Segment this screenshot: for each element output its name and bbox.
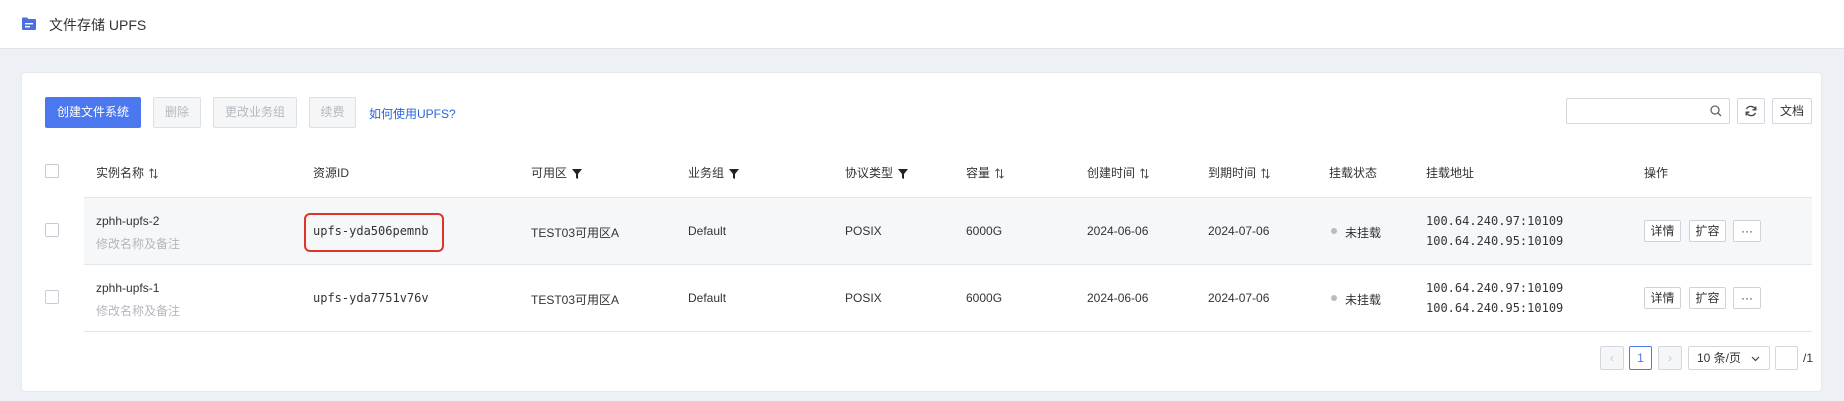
expand-button[interactable]: 扩容 [1689, 220, 1726, 242]
sort-icon [995, 168, 1005, 179]
file-storage-icon [22, 17, 36, 30]
column-header-protocol-label: 协议类型 [845, 166, 894, 180]
created-date: 2024-06-06 [1087, 291, 1149, 305]
search-input[interactable] [1566, 98, 1730, 124]
column-header-zone-label: 可用区 [531, 166, 568, 180]
help-link[interactable]: 如何使用UPFS? [369, 105, 456, 122]
status-dot [1331, 228, 1337, 234]
filter-icon [572, 169, 583, 179]
zone: TEST03可用区A [531, 293, 620, 307]
column-header-created[interactable]: 创建时间 [1087, 164, 1150, 181]
protocol: POSIX [845, 291, 882, 305]
page-1-button[interactable]: 1 [1629, 346, 1652, 370]
delete-button[interactable]: 删除 [153, 97, 201, 128]
mount-address-1: 100.64.240.97:10109 [1426, 281, 1564, 295]
column-header-actions: 操作 [1644, 166, 1669, 180]
next-page-button[interactable]: › [1658, 346, 1682, 370]
column-header-expires[interactable]: 到期时间 [1208, 164, 1271, 181]
create-file-system-button[interactable]: 创建文件系统 [45, 97, 141, 128]
resource-id: upfs-yda7751v76v [313, 291, 429, 305]
docs-button[interactable]: 文档 [1772, 98, 1812, 124]
row-divider [84, 264, 1812, 265]
sort-icon [149, 168, 159, 179]
zone: TEST03可用区A [531, 226, 620, 240]
top-bar: 文件存储 UPFS [0, 0, 1844, 49]
page-size-select[interactable]: 10 条/页 [1688, 346, 1770, 370]
page-title: 文件存储 UPFS [49, 17, 147, 33]
created-date: 2024-06-06 [1087, 224, 1149, 238]
resource-id: upfs-yda506pemnb [313, 224, 429, 238]
refresh-button[interactable] [1737, 98, 1765, 124]
capacity: 6000G [966, 291, 1003, 305]
edit-remark-link[interactable]: 修改名称及备注 [96, 235, 180, 252]
total-pages-label: /1 [1803, 351, 1814, 365]
group: Default [688, 291, 727, 305]
row-divider [84, 331, 1812, 332]
row-checkbox[interactable] [45, 223, 59, 237]
capacity: 6000G [966, 224, 1003, 238]
select-all-checkbox[interactable] [45, 164, 59, 178]
more-actions-button[interactable]: ··· [1733, 287, 1761, 309]
column-header-name[interactable]: 实例名称 [96, 164, 159, 181]
search-icon [1710, 105, 1722, 117]
instance-name: zphh-upfs-2 [96, 214, 160, 228]
renew-button[interactable]: 续费 [309, 97, 356, 128]
detail-button[interactable]: 详情 [1644, 287, 1681, 309]
page-size-value: 10 条/页 [1697, 351, 1742, 365]
column-header-zone[interactable]: 可用区 [531, 164, 583, 181]
more-actions-button[interactable]: ··· [1733, 220, 1761, 242]
column-header-mount-address: 挂载地址 [1426, 166, 1475, 180]
column-header-created-label: 创建时间 [1087, 166, 1136, 180]
expire-date: 2024-07-06 [1208, 224, 1270, 238]
filter-icon [729, 169, 740, 179]
sort-icon [1140, 168, 1150, 179]
expire-date: 2024-07-06 [1208, 291, 1270, 305]
mount-status: 未挂载 [1345, 226, 1382, 240]
mount-status: 未挂载 [1345, 293, 1382, 307]
mount-address-2: 100.64.240.95:10109 [1426, 301, 1564, 315]
status-dot [1331, 295, 1337, 301]
detail-button[interactable]: 详情 [1644, 220, 1681, 242]
column-header-group[interactable]: 业务组 [688, 164, 740, 181]
refresh-icon [1745, 105, 1757, 117]
mount-address-1: 100.64.240.97:10109 [1426, 214, 1564, 228]
filter-icon [898, 169, 909, 179]
column-header-capacity[interactable]: 容量 [966, 164, 1005, 181]
column-header-mount-status: 挂载状态 [1329, 166, 1378, 180]
protocol: POSIX [845, 224, 882, 238]
column-header-protocol[interactable]: 协议类型 [845, 164, 909, 181]
column-header-group-label: 业务组 [688, 166, 725, 180]
column-header-name-label: 实例名称 [96, 166, 145, 180]
column-header-capacity-label: 容量 [966, 166, 991, 180]
sort-icon [1261, 168, 1271, 179]
row-checkbox[interactable] [45, 290, 59, 304]
prev-page-button[interactable]: ‹ [1600, 346, 1624, 370]
expand-button[interactable]: 扩容 [1689, 287, 1726, 309]
page-jump-input[interactable] [1775, 346, 1798, 370]
column-header-resource-id: 资源ID [313, 166, 350, 180]
instance-name: zphh-upfs-1 [96, 281, 160, 295]
change-group-button[interactable]: 更改业务组 [213, 97, 297, 128]
group: Default [688, 224, 727, 238]
column-header-expires-label: 到期时间 [1208, 166, 1257, 180]
mount-address-2: 100.64.240.95:10109 [1426, 234, 1564, 248]
chevron-down-icon [1751, 356, 1760, 362]
edit-remark-link[interactable]: 修改名称及备注 [96, 302, 180, 319]
